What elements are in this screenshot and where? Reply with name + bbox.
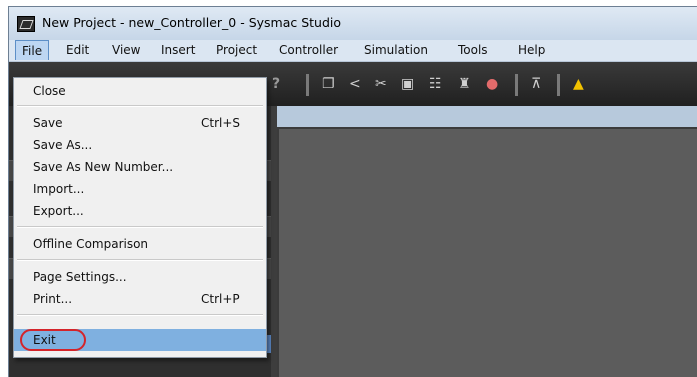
menu-import[interactable]: Import... [14, 178, 266, 200]
menu-separator [17, 226, 263, 228]
toolbar-separator [306, 74, 309, 96]
menu-save-as-new-number-label: Save As New Number... [33, 160, 174, 174]
menu-tools[interactable]: Tools [458, 43, 488, 57]
edit-pane [277, 127, 697, 377]
pointer-icon[interactable]: < [349, 76, 361, 92]
menu-import-label: Import... [33, 182, 85, 196]
toolbar-separator [557, 74, 560, 96]
file-menu-dropdown: Close Save Ctrl+S Save As... Save As New… [13, 77, 267, 358]
frame-icon[interactable]: ▣ [401, 76, 414, 92]
menu-save-label: Save [33, 116, 63, 130]
menu-export-label: Export... [33, 204, 84, 218]
sysmac-app-icon [17, 16, 35, 32]
cut-icon[interactable]: ✂ [375, 76, 387, 92]
menu-save[interactable]: Save Ctrl+S [14, 112, 266, 134]
menu-print-shortcut: Ctrl+P [201, 292, 240, 306]
menu-page-settings-label: Page Settings... [33, 270, 127, 284]
title-bar: New Project - new_Controller_0 - Sysmac … [9, 7, 697, 40]
menu-separator [17, 105, 263, 107]
menu-separator [17, 314, 263, 316]
menu-separator [17, 259, 263, 261]
find-icon[interactable]: ♜ [458, 76, 471, 92]
menu-close-label: Close [33, 84, 66, 98]
menu-controller[interactable]: Controller [279, 43, 338, 57]
menu-save-as-label: Save As... [33, 138, 93, 152]
toolbar-separator [515, 74, 518, 96]
menu-project[interactable]: Project [216, 43, 257, 57]
window-title: New Project - new_Controller_0 - Sysmac … [42, 15, 342, 30]
menu-simulation[interactable]: Simulation [364, 43, 428, 57]
exit-highlight-ring [20, 329, 86, 351]
menu-close[interactable]: Close [14, 80, 266, 102]
menu-offline-comparison-label: Offline Comparison [33, 237, 149, 251]
menu-view[interactable]: View [112, 43, 140, 57]
menu-save-as[interactable]: Save As... [14, 134, 266, 156]
menu-print-label: Print... [33, 292, 73, 306]
menu-edit[interactable]: Edit [66, 43, 89, 57]
menu-insert[interactable]: Insert [161, 43, 195, 57]
menu-save-as-new-number[interactable]: Save As New Number... [14, 156, 266, 178]
help-icon[interactable]: ? [272, 76, 280, 92]
io-map-icon[interactable]: ☷ [429, 76, 442, 92]
menu-offline-comparison[interactable]: Offline Comparison [14, 233, 266, 255]
build-icon[interactable]: ⊼ [531, 76, 541, 92]
menu-save-shortcut: Ctrl+S [201, 116, 241, 130]
menu-print[interactable]: Print... Ctrl+P [14, 288, 266, 310]
menu-bar: File Edit View Insert Project Controller… [9, 40, 697, 62]
stop-icon[interactable]: ● [486, 76, 498, 92]
menu-page-settings[interactable]: Page Settings... [14, 266, 266, 288]
menu-file[interactable]: File [15, 40, 50, 60]
copy-icon[interactable]: ❐ [322, 76, 335, 92]
warning-icon[interactable]: ▲ [573, 76, 584, 92]
menu-help[interactable]: Help [518, 43, 545, 57]
menu-export[interactable]: Export... [14, 200, 266, 222]
